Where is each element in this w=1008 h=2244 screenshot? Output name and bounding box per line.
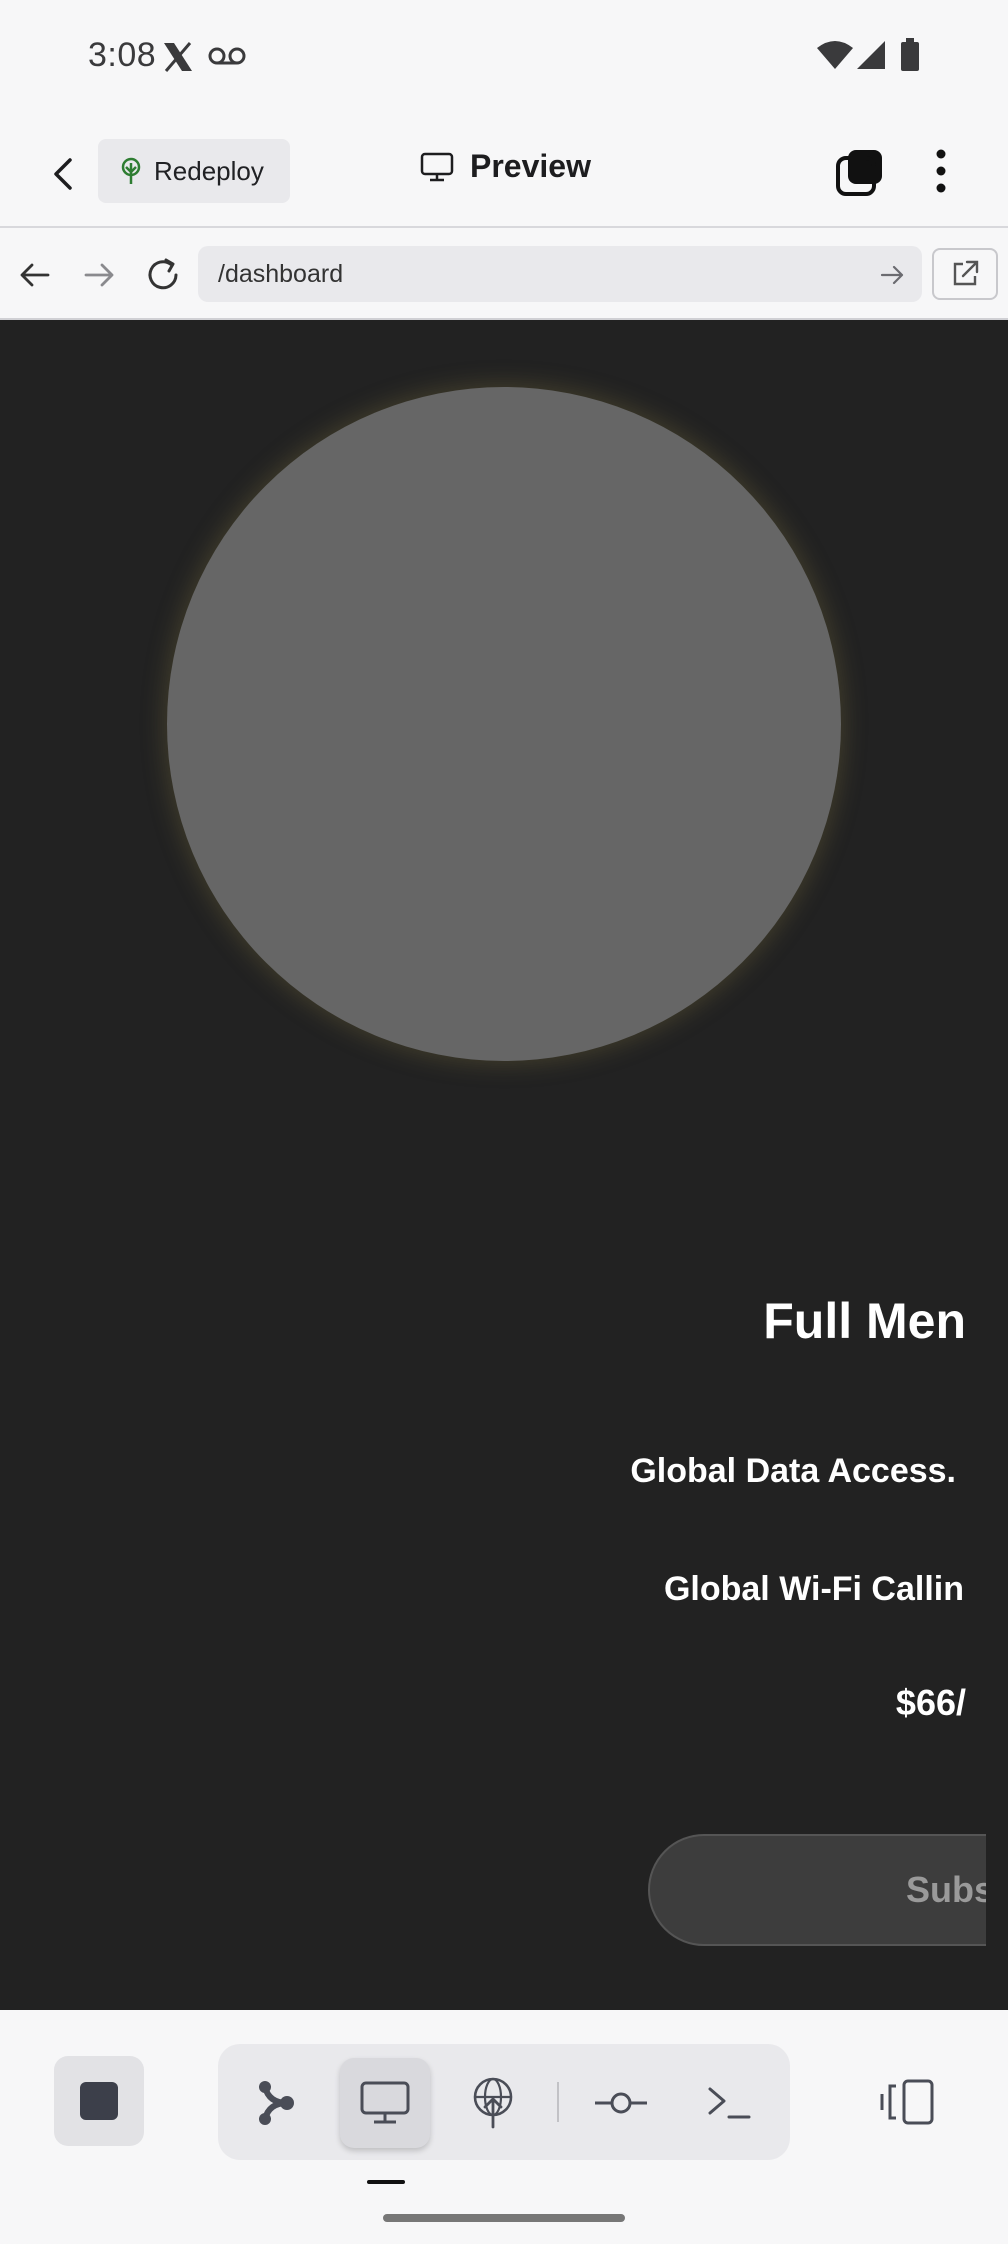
status-time: 3:08: [88, 36, 157, 74]
nav-forward-icon[interactable]: [82, 258, 116, 292]
deploy-tree-icon: [118, 157, 144, 185]
split-view-icon[interactable]: [880, 2078, 936, 2126]
stop-button[interactable]: [54, 2056, 144, 2146]
stop-icon: [80, 2082, 118, 2120]
voicemail-icon: [208, 46, 246, 66]
git-tool-button[interactable]: [576, 2058, 666, 2148]
more-options-icon[interactable]: [930, 148, 952, 194]
wifi-icon: [816, 40, 854, 70]
subscribe-button[interactable]: Subs: [648, 1834, 986, 1946]
external-link-icon: [950, 259, 980, 289]
x-app-icon: [162, 42, 194, 72]
page-title: Preview: [470, 148, 591, 184]
app-header: Redeploy Preview: [0, 120, 1008, 228]
nav-back-icon[interactable]: [18, 258, 52, 292]
status-bar: 3:08: [0, 0, 1008, 120]
feature-item: Global Data Access.: [630, 1452, 956, 1490]
feature-item: Global Wi-Fi Callin: [663, 1570, 964, 1608]
cellular-signal-icon: [856, 40, 886, 70]
plan-title: Full Men: [763, 1293, 966, 1349]
redeploy-button[interactable]: Redeploy: [98, 139, 290, 203]
toolbar-divider: [557, 2082, 559, 2122]
go-arrow-icon[interactable]: [880, 264, 906, 286]
redeploy-label: Redeploy: [154, 155, 264, 186]
reload-icon[interactable]: [144, 256, 182, 294]
preview-title: Preview: [420, 148, 591, 185]
preview-tool-button[interactable]: [340, 2058, 430, 2148]
shell-tool-button[interactable]: [684, 2058, 774, 2148]
battery-icon: [900, 38, 920, 72]
home-indicator[interactable]: [383, 2214, 625, 2222]
preview-viewport: Full Men Global Data Access. Global Wi-F…: [0, 320, 1008, 2010]
bottom-toolbar: [0, 2010, 1008, 2244]
plan-price: $66/: [895, 1682, 966, 1723]
git-commit-icon: [593, 2090, 649, 2116]
nodes-icon: [255, 2079, 299, 2127]
url-input[interactable]: [198, 246, 922, 302]
deploy-tool-button[interactable]: [448, 2058, 538, 2148]
back-arrow-icon[interactable]: [44, 154, 84, 194]
tool-group: [218, 2044, 790, 2160]
tabs-switcher-icon[interactable]: [836, 148, 884, 196]
deploy-globe-icon: [471, 2077, 515, 2129]
agent-tool-button[interactable]: [232, 2058, 322, 2148]
monitor-icon: [360, 2081, 410, 2125]
browser-bar: [0, 230, 1008, 320]
active-tab-indicator: [367, 2180, 405, 2184]
terminal-icon: [707, 2086, 751, 2120]
preview-content-clip: Full Men Global Data Access. Global Wi-F…: [0, 320, 986, 2010]
open-external-button[interactable]: [932, 248, 998, 300]
monitor-icon: [420, 152, 454, 182]
